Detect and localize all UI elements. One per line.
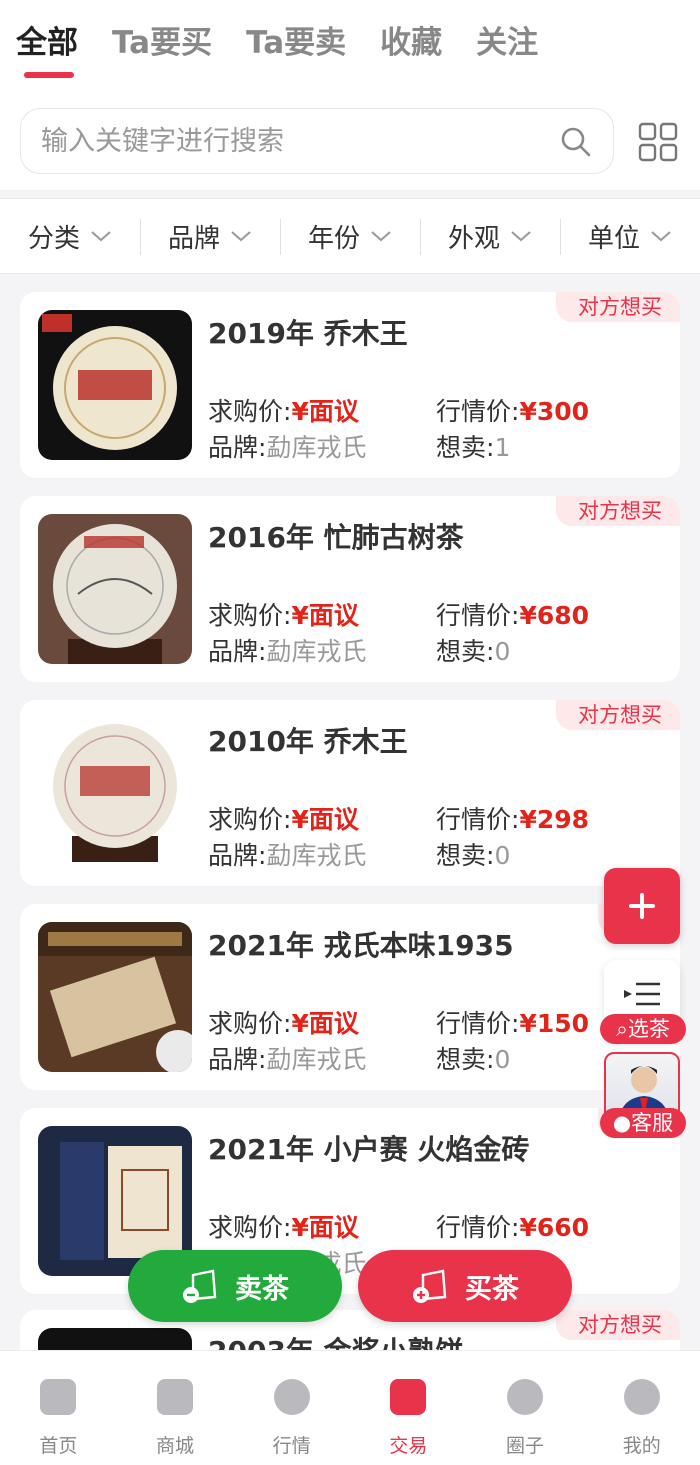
bottom-nav: 首页 商城 行情 交易 圈子 我的 bbox=[0, 1350, 700, 1465]
list-item[interactable]: 2016年 忙肺古树茶 求购价:¥面议 行情价:¥680 品牌:勐库戎氏 想卖:… bbox=[20, 496, 680, 682]
want-sell-row: 想卖:0 bbox=[436, 841, 511, 870]
filter-label: 分类 bbox=[27, 223, 80, 254]
nav-shop[interactable]: 商城 bbox=[117, 1351, 234, 1465]
product-image bbox=[38, 514, 192, 664]
nav-profile[interactable]: 我的 bbox=[583, 1351, 700, 1465]
list-icon bbox=[624, 982, 660, 1006]
nav-label: 圈子 bbox=[506, 1435, 545, 1457]
trend-icon bbox=[273, 1379, 310, 1415]
chevron-down-icon bbox=[651, 231, 671, 242]
brand-row: 品牌:勐库戎氏 bbox=[208, 841, 367, 870]
filter-label: 单位 bbox=[587, 223, 640, 254]
product-image bbox=[38, 310, 192, 460]
status-badge: 对方想买 bbox=[556, 700, 680, 730]
grid-view-icon[interactable] bbox=[638, 122, 678, 162]
select-tea-pill: ⌕选茶 bbox=[600, 1014, 686, 1044]
tab-favorites[interactable]: 收藏 bbox=[380, 18, 442, 78]
want-sell-row: 想卖:0 bbox=[436, 1045, 511, 1074]
buy-label: 买茶 bbox=[465, 1273, 519, 1305]
filter-label: 品牌 bbox=[167, 223, 220, 254]
market-price-row: 行情价:¥150 bbox=[436, 1009, 590, 1038]
nav-circle[interactable]: 圈子 bbox=[467, 1351, 584, 1465]
filter-label: 外观 bbox=[447, 223, 500, 254]
status-badge: 对方想买 bbox=[556, 1310, 680, 1340]
buy-bag-icon bbox=[413, 1269, 447, 1303]
nav-label: 商城 bbox=[156, 1435, 195, 1457]
search-placeholder: 输入关键字进行搜索 bbox=[41, 126, 284, 157]
tab-all[interactable]: 全部 bbox=[16, 18, 78, 78]
product-image bbox=[38, 718, 192, 868]
search-icon[interactable] bbox=[559, 125, 593, 159]
list-item[interactable]: 2021年 戎氏本味1935 求购价:¥面议 行情价:¥150 品牌:勐库戎氏 … bbox=[20, 904, 680, 1090]
ask-price-row: 求购价:¥面议 bbox=[208, 397, 359, 426]
nav-market[interactable]: 行情 bbox=[233, 1351, 350, 1465]
product-title: 2021年 小户赛 火焰金砖 bbox=[208, 1133, 530, 1166]
chat-bubble-icon: ● bbox=[612, 1111, 632, 1135]
tab-they-sell[interactable]: Ta要卖 bbox=[246, 18, 346, 78]
status-badge: 对方想买 bbox=[556, 496, 680, 526]
nav-label: 我的 bbox=[622, 1435, 661, 1457]
ask-price-row: 求购价:¥面议 bbox=[208, 1213, 359, 1242]
sell-tea-button[interactable]: 卖茶 bbox=[128, 1250, 342, 1322]
brand-row: 品牌:勐库戎氏 bbox=[208, 433, 367, 462]
chevron-down-icon bbox=[231, 231, 251, 242]
sell-bag-icon bbox=[183, 1269, 217, 1303]
want-sell-row: 想卖:0 bbox=[436, 637, 511, 666]
filter-appearance[interactable]: 外观 bbox=[420, 199, 560, 273]
market-price-row: 行情价:¥300 bbox=[436, 397, 590, 426]
sell-label: 卖茶 bbox=[235, 1273, 289, 1305]
list-item[interactable]: 2019年 乔木王 求购价:¥面议 行情价:¥300 品牌:勐库戎氏 想卖:1 … bbox=[20, 292, 680, 478]
filter-brand[interactable]: 品牌 bbox=[140, 199, 280, 273]
chevron-down-icon bbox=[371, 231, 391, 242]
ask-price-row: 求购价:¥面议 bbox=[208, 601, 359, 630]
search-icon: ⌕ bbox=[616, 1017, 628, 1041]
filter-bar: 分类 品牌 年份 外观 单位 bbox=[0, 198, 700, 274]
product-title: 2016年 忙肺古树茶 bbox=[208, 521, 464, 554]
search-input[interactable]: 输入关键字进行搜索 bbox=[20, 108, 614, 174]
brand-row: 品牌:勐库戎氏 bbox=[208, 637, 367, 666]
tab-they-buy[interactable]: Ta要买 bbox=[112, 18, 212, 78]
nav-home[interactable]: 首页 bbox=[0, 1351, 117, 1465]
hashtag-icon bbox=[507, 1379, 544, 1415]
customer-service-button[interactable]: ●客服 bbox=[600, 1052, 686, 1138]
top-bar: 全部 Ta要买 Ta要卖 收藏 关注 输入关键字进行搜索 bbox=[0, 0, 700, 190]
tab-following[interactable]: 关注 bbox=[476, 18, 538, 78]
add-button[interactable] bbox=[604, 868, 680, 944]
status-badge: 对方想买 bbox=[556, 292, 680, 322]
want-sell-row: 想卖:1 bbox=[436, 433, 511, 462]
filter-year[interactable]: 年份 bbox=[280, 199, 420, 273]
chevron-down-icon bbox=[511, 231, 531, 242]
chevron-down-icon bbox=[91, 231, 111, 242]
home-icon bbox=[40, 1379, 77, 1415]
filter-category[interactable]: 分类 bbox=[0, 199, 140, 273]
filter-unit[interactable]: 单位 bbox=[560, 199, 700, 273]
market-price-row: 行情价:¥298 bbox=[436, 805, 590, 834]
service-pill: ●客服 bbox=[600, 1108, 686, 1138]
ask-price-row: 求购价:¥面议 bbox=[208, 805, 359, 834]
trade-icon bbox=[390, 1379, 427, 1415]
tab-bar: 全部 Ta要买 Ta要卖 收藏 关注 bbox=[16, 18, 572, 78]
product-title: 2010年 乔木王 bbox=[208, 725, 408, 758]
nav-label: 首页 bbox=[39, 1435, 78, 1457]
filter-label: 年份 bbox=[307, 223, 360, 254]
list-item[interactable]: 2021年 小户赛 火焰金砖 求购价:¥面议 行情价:¥660 品牌:勐库戎氏 … bbox=[20, 1108, 680, 1294]
nav-label: 行情 bbox=[272, 1435, 311, 1457]
select-tea-button[interactable]: ⌕选茶 bbox=[600, 960, 686, 1044]
profile-icon bbox=[623, 1379, 660, 1415]
buy-tea-button[interactable]: 买茶 bbox=[358, 1250, 572, 1322]
product-image bbox=[38, 922, 192, 1072]
list-item[interactable]: 2010年 乔木王 求购价:¥面议 行情价:¥298 品牌:勐库戎氏 想卖:0 … bbox=[20, 700, 680, 886]
brand-row: 品牌:勐库戎氏 bbox=[208, 1045, 367, 1074]
nav-label: 交易 bbox=[389, 1435, 428, 1457]
nav-trade[interactable]: 交易 bbox=[350, 1351, 467, 1465]
market-price-row: 行情价:¥660 bbox=[436, 1213, 590, 1242]
shop-bag-icon bbox=[157, 1379, 193, 1415]
product-title: 2021年 戎氏本味1935 bbox=[208, 929, 514, 962]
product-title: 2019年 乔木王 bbox=[208, 317, 408, 350]
ask-price-row: 求购价:¥面议 bbox=[208, 1009, 359, 1038]
market-price-row: 行情价:¥680 bbox=[436, 601, 590, 630]
